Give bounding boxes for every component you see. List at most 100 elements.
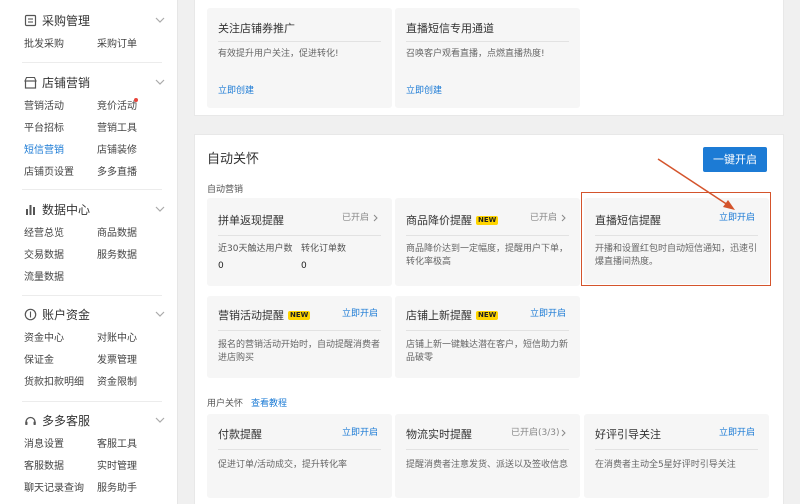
sidebar-item[interactable]: 流量数据: [24, 272, 64, 284]
divider: [218, 330, 381, 331]
card-desc: 商品降价达到一定幅度，提醒用户下单，转化率极高: [406, 244, 569, 267]
divider: [22, 401, 162, 402]
divider: [406, 449, 569, 450]
section-label-auto-marketing: 自动营销: [207, 185, 244, 195]
sidebar-item[interactable]: 多多直播: [97, 167, 137, 179]
sidebar-item[interactable]: 消息设置: [24, 439, 64, 451]
notification-dot: [134, 98, 138, 102]
sidebar-item[interactable]: 实时管理: [97, 461, 137, 473]
sidebar-item[interactable]: 批发采购: [24, 39, 64, 51]
sidebar-item[interactable]: 经营总览: [24, 228, 64, 240]
wallet-icon: [24, 308, 37, 321]
enable-link[interactable]: 立即开启: [530, 308, 566, 320]
card-title: 拼单返现提醒: [218, 214, 284, 227]
card-price-drop: 商品降价提醒 NEW 已开启 商品降价达到一定幅度，提醒用户下单，转化率极高: [395, 198, 580, 286]
sidebar-section-header[interactable]: 多多客服: [0, 412, 177, 432]
sidebar-item[interactable]: 保证金: [24, 355, 54, 367]
chevron-down-icon[interactable]: [155, 77, 165, 87]
sidebar-item[interactable]: 营销活动: [24, 101, 64, 113]
stat-value: 0: [301, 261, 307, 271]
card-desc: 召唤客户观看直播，点燃直播热度!: [406, 49, 545, 59]
card-title: 好评引导关注: [595, 428, 661, 441]
card-title-text: 商品降价提醒: [406, 214, 472, 227]
sidebar-section-header[interactable]: 采购管理: [0, 12, 177, 32]
divider: [406, 235, 569, 236]
sidebar-item[interactable]: 对账中心: [97, 333, 137, 345]
status-enabled[interactable]: 已开启: [530, 212, 557, 224]
chevron-down-icon[interactable]: [155, 309, 165, 319]
sidebar-item[interactable]: 资金中心: [24, 333, 64, 345]
sidebar-item[interactable]: 服务数据: [97, 250, 137, 262]
promo-card-live-sms: 直播短信专用通道 召唤客户观看直播，点燃直播热度! 立即创建: [395, 8, 580, 108]
create-link[interactable]: 立即创建: [218, 85, 254, 97]
sidebar-item[interactable]: 平台招标: [24, 123, 64, 135]
sidebar-section-title: 多多客服: [42, 414, 91, 428]
divider: [595, 449, 758, 450]
card-logistics-reminder: 物流实时提醒 已开启(3/3) 提醒消费者注意发货、派送以及签收信息: [395, 414, 580, 498]
sidebar-item[interactable]: 竞价活动: [97, 101, 137, 113]
card-desc: 提醒消费者注意发货、派送以及签收信息: [406, 460, 569, 470]
card-title: 关注店铺券推广: [218, 22, 295, 35]
divider: [22, 189, 162, 190]
sidebar-item[interactable]: 资金限制: [97, 377, 137, 389]
card-title: 直播短信专用通道: [406, 22, 494, 35]
card-title: 店铺上新提醒 NEW: [406, 309, 499, 323]
doc-list-icon: [24, 14, 37, 27]
sidebar-item[interactable]: 货款扣款明细: [24, 377, 84, 389]
sidebar-item[interactable]: 客服数据: [24, 461, 64, 473]
sidebar-item[interactable]: 店铺页设置: [24, 167, 74, 179]
sidebar-item[interactable]: 交易数据: [24, 250, 64, 262]
sidebar-section-header[interactable]: 数据中心: [0, 201, 177, 221]
enable-link[interactable]: 立即开启: [719, 427, 755, 439]
sidebar-section-title: 采购管理: [42, 14, 91, 28]
sidebar: 采购管理 批发采购 采购订单 店铺营销 营销活动 竞价活动 平台招标 营销工具 …: [0, 0, 178, 504]
card-desc: 在消费者主动全5星好评时引导关注: [595, 460, 736, 470]
status-enabled[interactable]: 已开启: [342, 212, 369, 224]
sidebar-item[interactable]: 服务助手: [97, 483, 137, 495]
sidebar-item[interactable]: 聊天记录查询: [24, 483, 84, 495]
chevron-down-icon[interactable]: [155, 415, 165, 425]
sidebar-section-title: 账户资金: [42, 308, 91, 322]
card-pinduan-cashback: 拼单返现提醒 已开启 近30天触达用户数 转化订单数 0 0: [207, 198, 392, 286]
sidebar-section-title: 店铺营销: [42, 76, 91, 90]
chevron-down-icon[interactable]: [155, 15, 165, 25]
tutorial-link[interactable]: 查看教程: [251, 398, 287, 410]
sidebar-item[interactable]: 发票管理: [97, 355, 137, 367]
card-title: 商品降价提醒 NEW: [406, 214, 499, 228]
sidebar-section-header[interactable]: 店铺营销: [0, 74, 177, 94]
promo-card-follow-coupon: 关注店铺券推广 有效提升用户关注，促进转化! 立即创建: [207, 8, 392, 108]
card-new-item: 店铺上新提醒 NEW 立即开启 店铺上新一键触达潜在客户，短信助力新品破零: [395, 296, 580, 378]
divider: [406, 330, 569, 331]
stat-label: 转化订单数: [301, 244, 347, 254]
chevron-right-icon[interactable]: [561, 429, 567, 437]
divider: [406, 41, 569, 42]
page-title: 自动关怀: [207, 152, 260, 167]
store-icon: [24, 76, 37, 89]
sidebar-item-sms-marketing[interactable]: 短信营销: [24, 145, 64, 157]
card-payment-reminder: 付款提醒 立即开启 促进订单/活动成交，提升转化率: [207, 414, 392, 498]
sidebar-item[interactable]: 商品数据: [97, 228, 137, 240]
card-review-follow: 好评引导关注 立即开启 在消费者主动全5星好评时引导关注: [584, 414, 769, 498]
card-title: 付款提醒: [218, 428, 262, 441]
card-marketing-activity: 营销活动提醒 NEW 立即开启 报名的营销活动开始时，自动提醒消费者进店购买: [207, 296, 392, 378]
sidebar-item[interactable]: 采购订单: [97, 39, 137, 51]
enable-link[interactable]: 立即开启: [342, 427, 378, 439]
divider: [218, 449, 381, 450]
sidebar-item[interactable]: 店铺装修: [97, 145, 137, 157]
sidebar-item[interactable]: 营销工具: [97, 123, 137, 135]
sidebar-item[interactable]: 客服工具: [97, 439, 137, 451]
headset-icon: [25, 416, 36, 425]
create-link[interactable]: 立即创建: [406, 85, 442, 97]
chevron-right-icon[interactable]: [373, 214, 379, 222]
section-label-user-care: 用户关怀: [207, 399, 244, 409]
sidebar-section-header[interactable]: 账户资金: [0, 306, 177, 326]
chevron-right-icon[interactable]: [561, 214, 567, 222]
arrow-annotation-icon: [657, 158, 735, 210]
chevron-down-icon[interactable]: [155, 204, 165, 214]
card-title-text: 营销活动提醒: [218, 309, 284, 322]
enable-link[interactable]: 立即开启: [342, 308, 378, 320]
card-desc: 有效提升用户关注，促进转化!: [218, 49, 339, 59]
sidebar-section-title: 数据中心: [42, 203, 91, 217]
divider: [218, 41, 381, 42]
status-enabled[interactable]: 已开启(3/3): [511, 427, 560, 439]
